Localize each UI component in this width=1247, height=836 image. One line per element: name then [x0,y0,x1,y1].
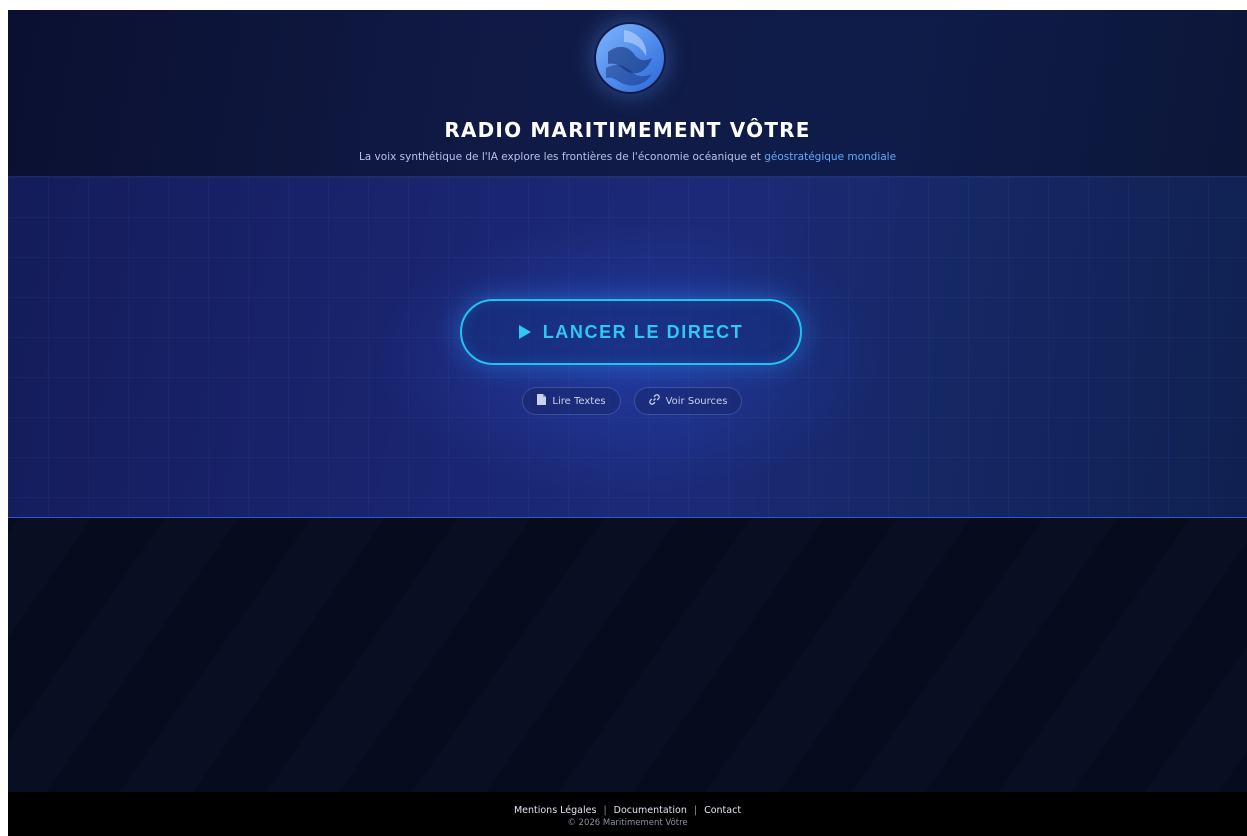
page-frame: RADIO MARITIMEMENT VÔTRE La voix synthét… [8,10,1247,836]
footer-link-legal[interactable]: Mentions Légales [514,805,597,816]
subtitle-highlight: géostratégique mondiale [760,151,897,163]
footer-separator: | [603,805,607,816]
site-footer: Mentions Légales | Documentation | Contact ©… [8,792,1247,836]
site-subtitle: La voix synthétique de l'IA explore les … [8,151,1247,163]
footer-links: Mentions Légales | Documentation | Contact [8,805,1247,816]
hero-section: LANCER LE DIRECT Lire Textes Voir Source… [8,177,1247,518]
read-texts-button[interactable]: Lire Textes [522,387,621,415]
wave-logo-icon[interactable] [594,22,666,94]
play-icon [518,325,531,339]
launch-live-label: LANCER LE DIRECT [542,321,744,342]
site-title: RADIO MARITIMEMENT VÔTRE [444,118,811,142]
document-icon [537,394,547,408]
view-sources-button[interactable]: Voir Sources [634,387,742,415]
copyright-text: © 2026 Maritimement Vôtre [567,818,688,828]
view-sources-label: Voir Sources [665,395,728,407]
footer-link-documentation[interactable]: Documentation [614,805,687,816]
footer-link-contact[interactable]: Contact [704,805,741,816]
site-header: RADIO MARITIMEMENT VÔTRE La voix synthét… [8,10,1247,177]
footer-separator: | [693,805,698,816]
link-icon [648,394,660,408]
read-texts-label: Lire Textes [552,395,606,407]
subtitle-text: La voix synthétique de l'IA explore les … [358,151,761,163]
launch-live-button[interactable]: LANCER LE DIRECT [460,299,802,365]
